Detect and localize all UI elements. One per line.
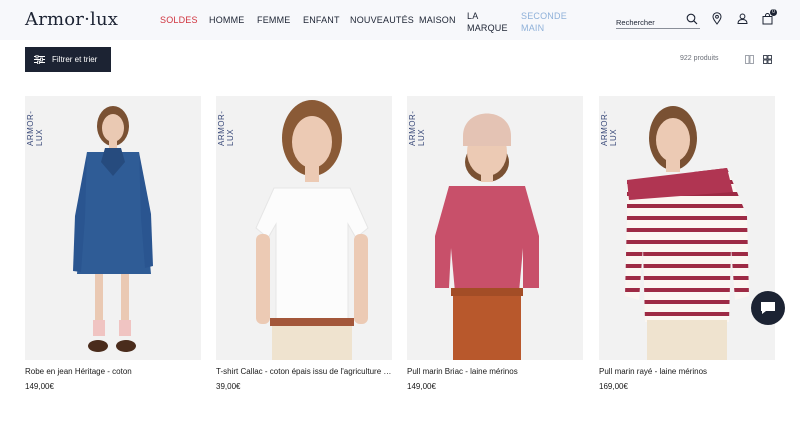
filter-sort-label: Filtrer et trier: [52, 55, 98, 64]
nav-item-homme[interactable]: HOMME: [209, 15, 245, 25]
product-photo-illustration: [625, 106, 749, 360]
search-icon[interactable]: [686, 13, 698, 25]
product-count: 922 produits: [680, 55, 719, 62]
product-brand-tag: ARMOR-LUX: [408, 110, 426, 146]
product-photo-illustration: [435, 113, 539, 360]
filter-icon: [34, 55, 45, 64]
chat-icon: [761, 302, 775, 314]
product-image[interactable]: ARMOR-LUX: [407, 96, 583, 360]
location-pin-icon[interactable]: [712, 12, 722, 25]
product-photo-illustration: [73, 106, 153, 352]
site-header: Armor·lux SOLDES HOMME FEMME ENFANT NOUV…: [0, 0, 800, 40]
product-name[interactable]: Robe en jean Héritage - coton: [25, 367, 201, 376]
account-icon[interactable]: [737, 13, 748, 24]
product-price: 149,00€: [25, 382, 54, 391]
product-card[interactable]: ARMOR-LUX Pull marin Briac - laine mérin…: [407, 96, 583, 391]
product-price: 169,00€: [599, 382, 628, 391]
nav-item-soldes[interactable]: SOLDES: [160, 15, 198, 25]
nav-item-enfant[interactable]: ENFANT: [303, 15, 340, 25]
cart-count-badge: 0: [770, 9, 777, 16]
product-card[interactable]: ARMOR-LUX T-shirt Callac - coton épais i…: [216, 96, 392, 391]
product-card[interactable]: ARMOR-LUX Pull marin rayé - laine mérino…: [599, 96, 775, 391]
product-card[interactable]: ARMOR-LUX Robe en jean Héritage - coton …: [25, 96, 201, 391]
nav-item-la-marque[interactable]: LA MARQUE: [467, 10, 508, 34]
product-brand-tag: ARMOR-LUX: [217, 110, 235, 146]
brand-logo[interactable]: Armor·lux: [25, 9, 118, 30]
nav-item-maison[interactable]: MAISON: [419, 15, 456, 25]
product-brand-tag: ARMOR-LUX: [26, 110, 44, 146]
product-name[interactable]: Pull marin rayé - laine mérinos: [599, 367, 775, 376]
product-image[interactable]: ARMOR-LUX: [216, 96, 392, 360]
nav-item-label-line1: SECONDE: [521, 11, 567, 21]
product-image[interactable]: ARMOR-LUX: [599, 96, 775, 360]
search-input[interactable]: [616, 15, 680, 30]
nav-item-label-line2: MARQUE: [467, 23, 508, 33]
grid-2-icon[interactable]: [745, 55, 754, 64]
nav-item-nouveautes[interactable]: NOUVEAUTÉS: [350, 15, 414, 25]
nav-item-femme[interactable]: FEMME: [257, 15, 291, 25]
chat-button[interactable]: [751, 291, 785, 325]
nav-item-label-line2: MAIN: [521, 23, 545, 33]
product-price: 39,00€: [216, 382, 241, 391]
product-image[interactable]: ARMOR-LUX: [25, 96, 201, 360]
nav-item-seconde-main[interactable]: SECONDE MAIN: [521, 10, 567, 34]
product-price: 149,00€: [407, 382, 436, 391]
grid-4-icon[interactable]: [763, 55, 772, 64]
product-name[interactable]: T-shirt Callac - coton épais issu de l'a…: [216, 367, 392, 376]
nav-item-label-line1: LA: [467, 11, 479, 21]
product-brand-tag: ARMOR-LUX: [600, 110, 618, 146]
product-name[interactable]: Pull marin Briac - laine mérinos: [407, 367, 583, 376]
product-photo-illustration: [255, 100, 369, 360]
filter-sort-button[interactable]: Filtrer et trier: [25, 47, 111, 72]
